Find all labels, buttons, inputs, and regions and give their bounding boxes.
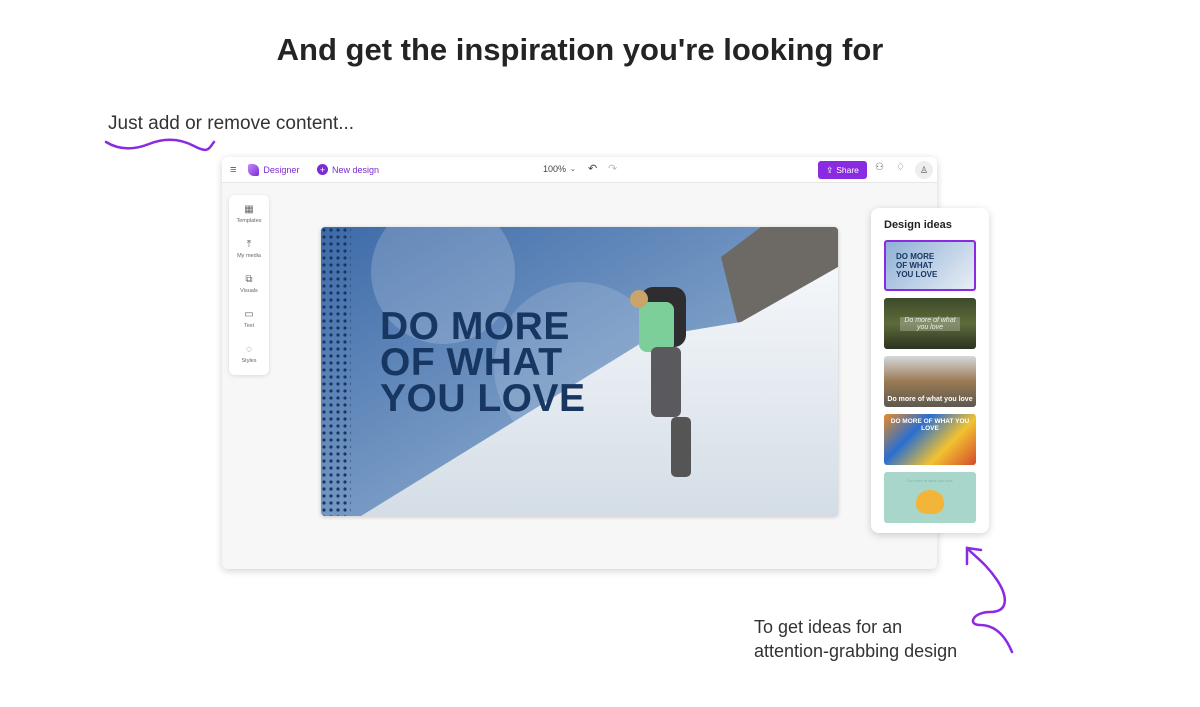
design-ideas-panel: Design ideas DO MORE OF WHAT YOU LOVE Do… (871, 208, 989, 533)
meditation-illustration (916, 490, 944, 514)
thumbnail-text: DO MORE OF WHAT YOU LOVE (890, 418, 970, 432)
sidebar-item-visuals[interactable]: ⧉ Visuals (229, 274, 269, 294)
thumbnail-text: DO MORE OF WHAT YOU LOVE (896, 252, 938, 279)
squiggle-underline (104, 138, 216, 152)
design-canvas[interactable]: DO MORE OF WHAT YOU LOVE (321, 227, 838, 516)
share-button[interactable]: ⇪ Share (818, 161, 867, 179)
upload-icon: ⤒ (246, 239, 252, 250)
thumbnail-text: Do more of what you love (907, 478, 953, 483)
caption-top: Just add or remove content... (108, 113, 355, 134)
thumbnail-text: Do more of what you love (887, 396, 973, 403)
share-label: Share (836, 165, 859, 175)
avatar[interactable]: ♙ (915, 161, 933, 179)
sidebar-item-label: Templates (236, 218, 262, 224)
templates-icon: ▦ (244, 204, 254, 215)
caption-bottom: To get ideas for an attention-grabbing d… (754, 615, 957, 663)
canvas-headline-line[interactable]: DO MORE (380, 307, 570, 346)
design-idea-thumbnail[interactable]: Do more of what you love (884, 356, 976, 407)
design-idea-thumbnail[interactable]: DO MORE OF WHAT YOU LOVE (884, 240, 976, 291)
sidebar-item-my-media[interactable]: ⤒ My media (229, 239, 269, 259)
new-design-button[interactable]: + New design (317, 164, 379, 175)
sidebar-item-label: Visuals (240, 288, 258, 294)
undo-icon[interactable]: ↶ (588, 162, 597, 175)
sidebar-item-label: Styles (241, 358, 257, 364)
design-idea-thumbnail[interactable]: Do more of what you love (884, 472, 976, 523)
sidebar-item-label: Text (243, 323, 255, 329)
palette-icon: ◌ (246, 344, 252, 355)
canvas-headline-line[interactable]: YOU LOVE (380, 379, 586, 418)
design-idea-thumbnail[interactable]: Do more of what you love (884, 298, 976, 349)
hamburger-menu-icon[interactable]: ≡ (230, 164, 236, 176)
design-ideas-title: Design ideas (884, 219, 952, 231)
notifications-icon[interactable]: ♢ (896, 162, 905, 173)
redo-icon[interactable]: ↷ (608, 162, 617, 175)
sidebar-item-styles[interactable]: ◌ Styles (229, 344, 269, 364)
zoom-dropdown[interactable]: 100% ⌄ (543, 164, 576, 174)
thumbnail-text: Do more of what you love (900, 316, 960, 331)
text-icon: ▭ (244, 309, 254, 320)
canvas-headline-line[interactable]: OF WHAT (380, 343, 563, 382)
sidebar: ▦ Templates ⤒ My media ⧉ Visuals ▭ Text ◌ Sty… (229, 195, 269, 375)
new-design-label: New design (332, 164, 380, 175)
caption-bottom-line: To get ideas for an (754, 617, 903, 637)
top-bar: ≡ Designer + New design 100% ⌄ ↶ ↷ ⇪ Sha… (222, 157, 937, 183)
sidebar-item-label: My media (237, 253, 261, 259)
headline: And get the inspiration you're looking f… (276, 32, 884, 67)
shapes-icon: ⧉ (245, 274, 253, 285)
user-icon: ♙ (919, 164, 929, 175)
collaborate-icon[interactable]: ⚇ (875, 162, 884, 173)
zoom-value: 100% (543, 164, 567, 174)
caption-bottom-line: attention-grabbing design (754, 641, 958, 661)
designer-window: ≡ Designer + New design 100% ⌄ ↶ ↷ ⇪ Sha… (222, 157, 937, 569)
design-idea-thumbnail[interactable]: DO MORE OF WHAT YOU LOVE (884, 414, 976, 465)
sidebar-item-templates[interactable]: ▦ Templates (229, 204, 269, 224)
plus-icon: + (317, 164, 328, 175)
sidebar-item-text[interactable]: ▭ Text (229, 309, 269, 329)
chevron-down-icon: ⌄ (570, 166, 576, 173)
share-icon: ⇪ (826, 164, 834, 175)
app-name[interactable]: Designer (263, 165, 299, 175)
curly-arrow (965, 546, 1014, 654)
designer-logo-icon (248, 164, 260, 176)
